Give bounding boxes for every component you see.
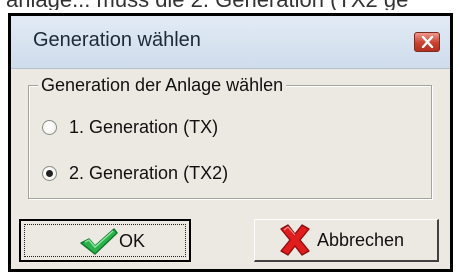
dialog-client-area: Generation der Anlage wählen 1. Generati… <box>11 69 450 269</box>
groupbox-legend: Generation der Anlage wählen <box>38 75 287 96</box>
dialog-title: Generation wählen <box>33 29 201 51</box>
ok-button[interactable]: OK <box>19 219 191 262</box>
green-checkmark-icon <box>80 228 118 255</box>
dialog-window: Generation wählen Generation der Anlage … <box>8 13 453 272</box>
generation-groupbox: Generation der Anlage wählen 1. Generati… <box>28 75 432 199</box>
cancel-button[interactable]: Abbrechen <box>254 219 439 262</box>
close-button[interactable] <box>414 32 440 52</box>
radio-button[interactable] <box>42 119 57 135</box>
radio-label: 1. Generation (TX) <box>69 116 219 137</box>
radio-option-generation-1[interactable]: 1. Generation (TX) <box>42 116 218 138</box>
radio-label: 2. Generation (TX2) <box>69 162 229 183</box>
radio-option-generation-2[interactable]: 2. Generation (TX2) <box>42 162 228 184</box>
radio-button-selected[interactable] <box>42 165 57 181</box>
cropped-caption-strip: anlage... muss die 2. Generation (TX2 ge <box>0 0 460 10</box>
red-x-icon <box>280 224 310 256</box>
ok-button-label: OK <box>119 231 146 251</box>
dialog-titlebar[interactable]: Generation wählen <box>11 16 450 69</box>
cancel-button-label: Abbrechen <box>317 230 405 250</box>
cropped-caption-text: anlage... muss die 2. Generation (TX2 ge <box>6 0 408 10</box>
close-x-icon <box>421 36 434 48</box>
